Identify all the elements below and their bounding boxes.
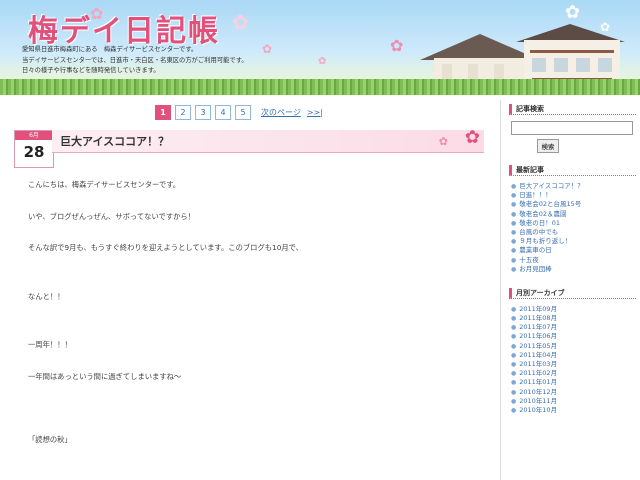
recent-post-link[interactable]: ● 農業車の日	[511, 246, 636, 255]
page-link-3[interactable]: 3	[195, 104, 211, 120]
bullet-icon: ●	[511, 324, 517, 332]
archive-link[interactable]: ● 2010年11月	[511, 397, 636, 406]
search-input[interactable]	[511, 121, 633, 135]
bullet-icon: ●	[511, 192, 517, 200]
bullet-icon: ●	[511, 342, 517, 350]
bullet-icon: ●	[511, 305, 517, 313]
bullet-icon: ●	[511, 406, 517, 414]
post-paragraph: 一年間はあっという間に過ぎてしまいますね〜	[28, 372, 182, 381]
recent-post-link[interactable]: ● ９月も折り返し！	[511, 237, 636, 246]
post-paragraph: いや、ブログぜんっぜん、サボってないですから！	[28, 212, 196, 221]
archive-list: ● 2011年09月 ● 2011年08月 ● 2011年07月 ● 2011年06月 …	[511, 305, 636, 415]
flower-icon: ✿	[390, 36, 404, 55]
search-button[interactable]: 検索	[537, 139, 559, 153]
post-paragraph: 「読想の秋」	[28, 435, 72, 444]
bullet-icon: ●	[511, 333, 517, 341]
archive-link[interactable]: ● 2011年08月	[511, 314, 636, 323]
bullet-icon: ●	[511, 228, 517, 236]
archive-link[interactable]: ● 2011年09月	[511, 305, 636, 314]
archive-link[interactable]: ● 2010年10月	[511, 406, 636, 415]
bullet-icon: ●	[511, 247, 517, 255]
post-paragraph: なんと！！	[28, 292, 65, 301]
bullet-icon: ●	[511, 361, 517, 368]
recent-post-link[interactable]: ● 敬老会02と台風15号	[511, 200, 636, 209]
flower-icon: ✿	[464, 127, 480, 148]
recent-post-link[interactable]: ● お月見団棒	[511, 265, 636, 274]
site-header: ✿ ✿ ✿ ✿ ✿ ✿ ✿ 梅デイ日記帳 愛知県日進市梅森町にある 梅森デイサー…	[0, 0, 640, 95]
archive-link[interactable]: ● 2011年05月	[511, 342, 636, 351]
post-paragraph: 一周年！！！	[28, 340, 72, 349]
flower-icon: ✿	[438, 135, 448, 148]
site-title[interactable]: 梅デイ日記帳	[28, 6, 220, 50]
flower-icon: ✿	[318, 56, 327, 67]
bullet-icon: ●	[511, 265, 517, 273]
bullet-icon: ●	[511, 370, 517, 378]
post-day: 28	[23, 143, 45, 161]
archive-link[interactable]: ● 2010年12月	[511, 388, 636, 397]
recent-posts-list: ● 巨大アイスココア！？ ● 日進！！！ ● 敬老会02と台風15号 ● 敬老会02＆農…	[511, 182, 636, 274]
page-link-1[interactable]: 1	[155, 104, 171, 120]
bullet-icon: ●	[511, 379, 517, 387]
search-heading: 記事検索	[509, 104, 636, 115]
archive-link[interactable]: ● 2011年03月	[511, 360, 636, 369]
page-link-4[interactable]: 4	[215, 104, 231, 120]
bullet-icon: ●	[511, 397, 517, 405]
post-date-badge: 6月 28	[14, 130, 54, 168]
post-paragraph: そんな訳で9月も、もうすぐ終わりを迎えようとしています。このブログも10月で、	[28, 243, 303, 252]
recent-post-link[interactable]: ● 敬老会02＆農園	[511, 210, 636, 219]
post-month: 6月	[15, 131, 53, 140]
post-title[interactable]: 巨大アイスココア！？	[60, 133, 169, 149]
bullet-icon: ●	[511, 388, 517, 396]
next-page-link[interactable]: 次のページ	[261, 107, 301, 118]
post-title-bar: 巨大アイスココア！？ ✿ ✿	[52, 127, 484, 153]
flower-icon: ✿	[232, 10, 249, 34]
bullet-icon: ●	[511, 183, 517, 190]
page-link-2[interactable]: 2	[175, 104, 191, 120]
archive-link[interactable]: ● 2011年04月	[511, 351, 636, 360]
bullet-icon: ●	[511, 351, 517, 359]
site-description: 愛知県日進市梅森町にある 梅森デイサービスセンターです。 当デイサービスセンター…	[22, 46, 248, 74]
archive-link[interactable]: ● 2011年06月	[511, 332, 636, 341]
bullet-icon: ●	[511, 210, 517, 218]
recent-post-link[interactable]: ● 日進！！！	[511, 191, 636, 200]
bullet-icon: ●	[511, 201, 517, 209]
archive-heading: 月別アーカイブ	[509, 287, 636, 299]
last-page-link[interactable]: >>|	[307, 108, 323, 117]
recent-post-link[interactable]: ● 敬老の日！01	[511, 219, 636, 228]
sidebar: 記事検索 検索 最新記事 ● 巨大アイスココア！？ ● 日進！！！ ● 敬老会02と台…	[500, 100, 636, 480]
page-link-5[interactable]: 5	[235, 104, 251, 120]
post-paragraph: こんにちは、梅森デイサービスセンターです。	[28, 180, 181, 189]
bullet-icon: ●	[511, 238, 517, 246]
bullet-icon: ●	[511, 315, 517, 323]
bullet-icon: ●	[511, 219, 517, 227]
recent-post-link[interactable]: ● 台風の中でも	[511, 228, 636, 237]
pagination: 1 2 3 4 5 次のページ >>|	[155, 104, 323, 120]
grass-strip	[0, 79, 640, 95]
flower-icon: ✿	[262, 42, 273, 56]
recent-post-link[interactable]: ● 十五夜	[511, 256, 636, 265]
archive-link[interactable]: ● 2011年02月	[511, 369, 636, 378]
archive-link[interactable]: ● 2011年01月	[511, 378, 636, 387]
bullet-icon: ●	[511, 256, 517, 264]
recent-post-link[interactable]: ● 巨大アイスココア！？	[511, 182, 636, 191]
recent-posts-heading: 最新記事	[509, 165, 636, 176]
